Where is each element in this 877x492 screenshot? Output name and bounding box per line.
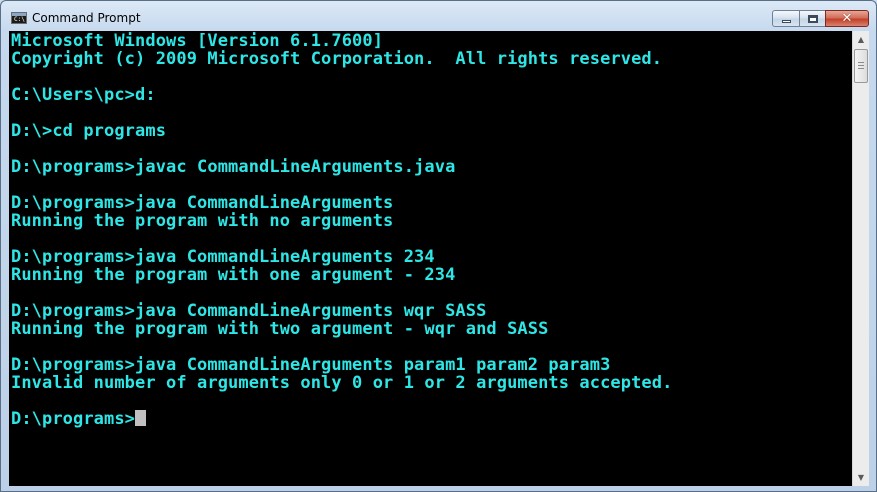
console-line: D:\>cd programs	[11, 121, 167, 141]
close-icon: ✕	[841, 11, 853, 26]
minimize-button[interactable]	[772, 10, 799, 27]
console-line: D:\programs>java CommandLineArguments	[11, 193, 394, 213]
scroll-up-arrow-icon[interactable]: ▲	[853, 31, 869, 48]
console-line: D:\programs>java CommandLineArguments wq…	[11, 301, 487, 321]
console-line: Invalid number of arguments only 0 or 1 …	[11, 373, 673, 393]
console-line: Running the program with two argument - …	[11, 319, 549, 339]
app-icon-text: C:\	[14, 16, 25, 23]
maximize-button[interactable]	[799, 10, 825, 27]
console-lines: Microsoft Windows [Version 6.1.7600] Copy…	[11, 32, 672, 428]
console-output[interactable]: Microsoft Windows [Version 6.1.7600] Copy…	[9, 31, 852, 486]
cmd-app-icon[interactable]: C:\	[11, 12, 27, 24]
command-prompt-window: C:\ Command Prompt ✕ Microsoft Windows […	[0, 0, 877, 492]
caption-buttons: ✕	[772, 10, 869, 28]
console-line: D:\programs>java CommandLineArguments 23…	[11, 247, 435, 267]
console-line: D:\programs>	[11, 410, 672, 428]
console-line: D:\programs>java CommandLineArguments pa…	[11, 355, 611, 375]
minimize-icon	[773, 11, 799, 26]
scroll-down-arrow-icon[interactable]: ▼	[853, 469, 869, 486]
console-line: C:\Users\pc>d:	[11, 85, 156, 105]
text-cursor	[135, 410, 147, 426]
console-line: Microsoft Windows [Version 6.1.7600]	[11, 31, 384, 51]
console-line: D:\programs>javac CommandLineArguments.j…	[11, 157, 456, 177]
scrollbar-thumb[interactable]	[854, 49, 868, 83]
maximize-icon	[800, 11, 825, 26]
vertical-scrollbar[interactable]: ▲ ▼	[852, 31, 869, 486]
title-bar[interactable]: C:\ Command Prompt ✕	[1, 1, 876, 31]
console-line: Running the program with no arguments	[11, 211, 394, 231]
console-line: Copyright (c) 2009 Microsoft Corporation…	[11, 49, 663, 69]
close-button[interactable]: ✕	[825, 10, 869, 27]
window-title: Command Prompt	[32, 11, 141, 25]
console-line: Running the program with one argument - …	[11, 265, 456, 285]
